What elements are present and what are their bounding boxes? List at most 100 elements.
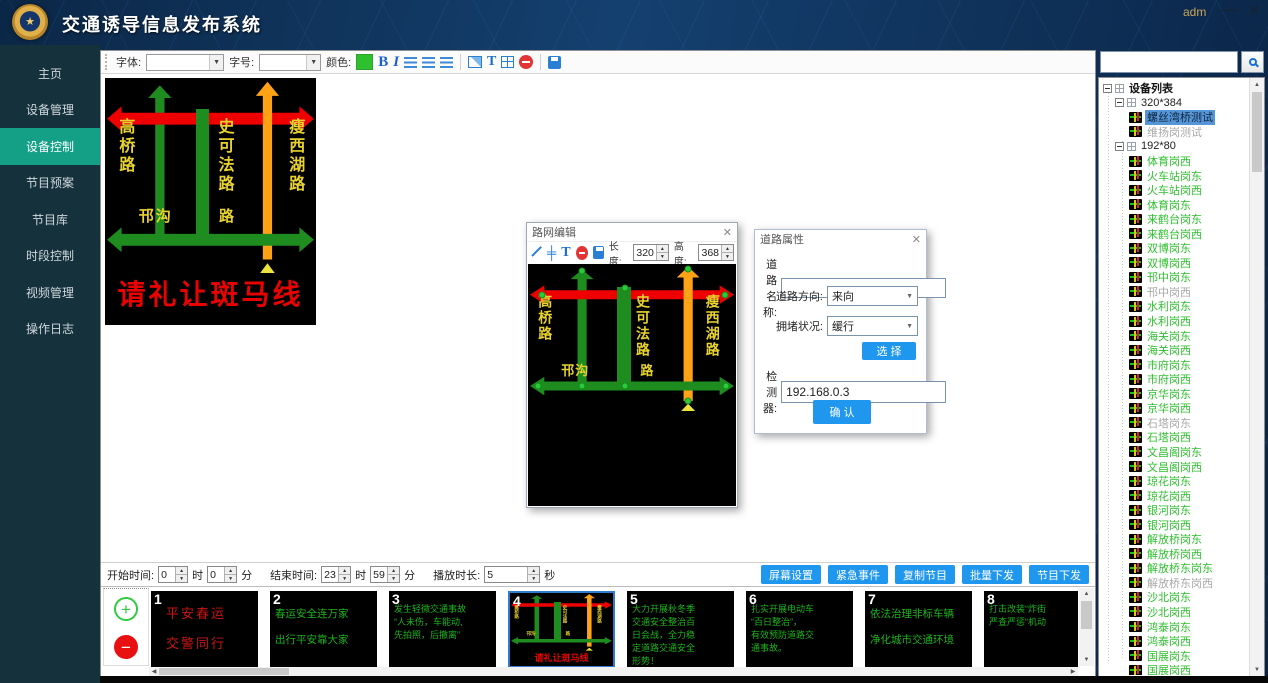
program-thumbnail-6[interactable]: 6扎实开展电动车“百日整治”，有效预防道路交通事故。: [746, 591, 853, 668]
draw-line-icon[interactable]: [530, 246, 542, 259]
road-diagram-canvas[interactable]: 高桥路史可法路瘦西湖路邗沟路请礼让斑马线: [105, 78, 316, 325]
color-swatch[interactable]: [356, 54, 373, 70]
tree-device-水利岗东[interactable]: 水利岗东: [1101, 299, 1248, 314]
text-tool-icon[interactable]: T: [561, 245, 570, 261]
tree-device-银河岗西[interactable]: 银河岗西: [1101, 517, 1248, 532]
playlist-horizontal-scrollbar[interactable]: ◀ ▶: [149, 667, 1078, 676]
program-send-button[interactable]: 节目下发: [1029, 565, 1089, 584]
delete-button[interactable]: [519, 55, 533, 69]
stepper-arrows[interactable]: ▲▼: [656, 245, 668, 260]
remove-program-button[interactable]: −: [114, 635, 138, 659]
road-node-handle[interactable]: [722, 383, 729, 390]
stepper-arrows[interactable]: ▲▼: [721, 245, 733, 260]
tree-device-国展岗西[interactable]: 国展岗西: [1101, 663, 1248, 675]
stepper-arrows[interactable]: ▲▼: [224, 567, 236, 582]
search-button[interactable]: [1241, 51, 1264, 73]
sidebar-item-时段控制[interactable]: 时段控制: [0, 238, 100, 275]
dialog-close-icon[interactable]: ✕: [723, 226, 732, 239]
program-thumbnail-1[interactable]: 1平安春运交警同行: [151, 591, 258, 668]
road-node-handle[interactable]: [621, 285, 628, 292]
tree-device-鸿泰岗东[interactable]: 鸿泰岗东: [1101, 619, 1248, 634]
tree-root[interactable]: 设备列表: [1101, 81, 1248, 96]
italic-button[interactable]: I: [393, 54, 399, 71]
tree-device-维扬岗测试[interactable]: 维扬岗测试: [1101, 125, 1248, 140]
emergency-event-button[interactable]: 紧急事件: [828, 565, 888, 584]
dialog-titlebar[interactable]: 道路属性 ✕: [755, 230, 926, 248]
road-node-handle[interactable]: [535, 383, 542, 390]
tree-device-沙北岗西[interactable]: 沙北岗西: [1101, 605, 1248, 620]
tree-device-火车站岗东[interactable]: 火车站岗东: [1101, 168, 1248, 183]
stepper-arrows[interactable]: ▲▼: [175, 567, 187, 582]
road-editor-canvas[interactable]: 高桥路史可法路瘦西湖路邗沟路: [528, 264, 736, 506]
end-minute-stepper[interactable]: 59▲▼: [370, 566, 400, 583]
close-button[interactable]: ✕: [1248, 2, 1260, 19]
add-program-button[interactable]: +: [114, 597, 138, 621]
start-minute-stepper[interactable]: 0▲▼: [207, 566, 237, 583]
tree-device-石塔岗东[interactable]: 石塔岗东: [1101, 416, 1248, 431]
batch-send-button[interactable]: 批量下发: [962, 565, 1022, 584]
program-thumbnail-7[interactable]: 7依法治理非标车辆净化城市交通环境: [865, 591, 972, 668]
height-stepper[interactable]: 368 ▲▼: [698, 244, 734, 261]
screen-settings-button[interactable]: 屏幕设置: [761, 565, 821, 584]
tree-device-解放桥岗西[interactable]: 解放桥岗西: [1101, 547, 1248, 562]
tree-device-文昌阁岗西[interactable]: 文昌阁岗西: [1101, 459, 1248, 474]
tree-device-市府岗东[interactable]: 市府岗东: [1101, 357, 1248, 372]
tree-device-海关岗西[interactable]: 海关岗西: [1101, 343, 1248, 358]
stepper-arrows[interactable]: ▲▼: [387, 567, 399, 582]
tree-device-国展岗东[interactable]: 国展岗东: [1101, 648, 1248, 663]
tree-device-来鹤台岗东[interactable]: 来鹤台岗东: [1101, 212, 1248, 227]
tree-device-文昌阁岗东[interactable]: 文昌阁岗东: [1101, 445, 1248, 460]
congestion-select[interactable]: 缓行 ▼: [827, 316, 918, 336]
program-thumbnail-8[interactable]: 8打击改装“炸街严查严惩“机动: [984, 591, 1078, 668]
tree-device-双博岗西[interactable]: 双博岗西: [1101, 256, 1248, 271]
road-node-handle[interactable]: [579, 383, 586, 390]
scrollbar-thumb[interactable]: [1252, 92, 1262, 172]
tree-group-320*384[interactable]: 320*384: [1101, 96, 1248, 111]
scroll-left-icon[interactable]: ◀: [149, 667, 159, 676]
scroll-down-icon[interactable]: ▼: [1079, 654, 1094, 666]
road-node-handle[interactable]: [721, 291, 728, 298]
collapse-icon[interactable]: [1103, 84, 1112, 93]
sidebar-item-节目预案[interactable]: 节目预案: [0, 165, 100, 202]
copy-program-button[interactable]: 复制节目: [895, 565, 955, 584]
program-thumbnail-5[interactable]: 5大力开展秋冬季交通安全整治百日会战，全力稳定道路交通安全形势！: [627, 591, 734, 668]
tree-device-火车站岗西[interactable]: 火车站岗西: [1101, 183, 1248, 198]
scroll-up-icon[interactable]: ▲: [1079, 588, 1094, 600]
font-size-select[interactable]: ▼: [259, 54, 321, 71]
sidebar-item-设备管理[interactable]: 设备管理: [0, 92, 100, 129]
tree-scrollbar[interactable]: ▲ ▼: [1249, 78, 1264, 676]
dialog-close-icon[interactable]: ✕: [912, 233, 921, 246]
road-node-handle[interactable]: [685, 397, 692, 404]
road-node-handle[interactable]: [685, 265, 692, 272]
confirm-button[interactable]: 确 认: [813, 400, 871, 424]
sidebar-item-主页[interactable]: 主页: [0, 55, 100, 92]
tree-group-192*80[interactable]: 192*80: [1101, 139, 1248, 154]
select-detector-button[interactable]: 选 择: [862, 342, 916, 360]
save-button[interactable]: [548, 56, 561, 69]
font-select[interactable]: ▼: [146, 54, 224, 71]
dialog-titlebar[interactable]: 路网编辑 ✕: [527, 223, 737, 241]
tree-device-沙北岗东[interactable]: 沙北岗东: [1101, 590, 1248, 605]
start-hour-stepper[interactable]: 0▲▼: [158, 566, 188, 583]
insert-text-button[interactable]: T: [487, 54, 496, 70]
playlist-vertical-scrollbar[interactable]: ▲ ▼: [1079, 588, 1094, 666]
tree-device-石塔岗西[interactable]: 石塔岗西: [1101, 430, 1248, 445]
bold-button[interactable]: B: [378, 54, 388, 71]
stepper-arrows[interactable]: ▲▼: [338, 567, 350, 582]
grid-button[interactable]: [501, 56, 514, 68]
toolbar-grip[interactable]: [105, 54, 109, 70]
program-thumbnail-4[interactable]: 4高桥路史可法路瘦西湖路邗沟路请礼让斑马线: [508, 591, 615, 668]
scroll-right-icon[interactable]: ▶: [1068, 667, 1078, 676]
align-left-button[interactable]: [404, 57, 417, 68]
tree-device-解放桥东岗东[interactable]: 解放桥东岗东: [1101, 561, 1248, 576]
scroll-down-icon[interactable]: ▼: [1250, 663, 1264, 676]
program-thumbnail-2[interactable]: 2春运安全连万家出行平安靠大家: [270, 591, 377, 668]
minimize-button[interactable]: —: [1222, 1, 1236, 17]
program-thumbnail-3[interactable]: 3发生轻微交通事故“人未伤，车能动,先拍照，后撤离”: [389, 591, 496, 668]
collapse-icon[interactable]: [1115, 98, 1124, 107]
add-road-icon[interactable]: ╪: [547, 246, 556, 259]
tree-device-水利岗西[interactable]: 水利岗西: [1101, 314, 1248, 329]
tree-device-京华岗西[interactable]: 京华岗西: [1101, 401, 1248, 416]
tree-device-螺丝湾桥测试[interactable]: 螺丝湾桥测试: [1101, 110, 1248, 125]
scrollbar-thumb[interactable]: [1081, 601, 1092, 629]
